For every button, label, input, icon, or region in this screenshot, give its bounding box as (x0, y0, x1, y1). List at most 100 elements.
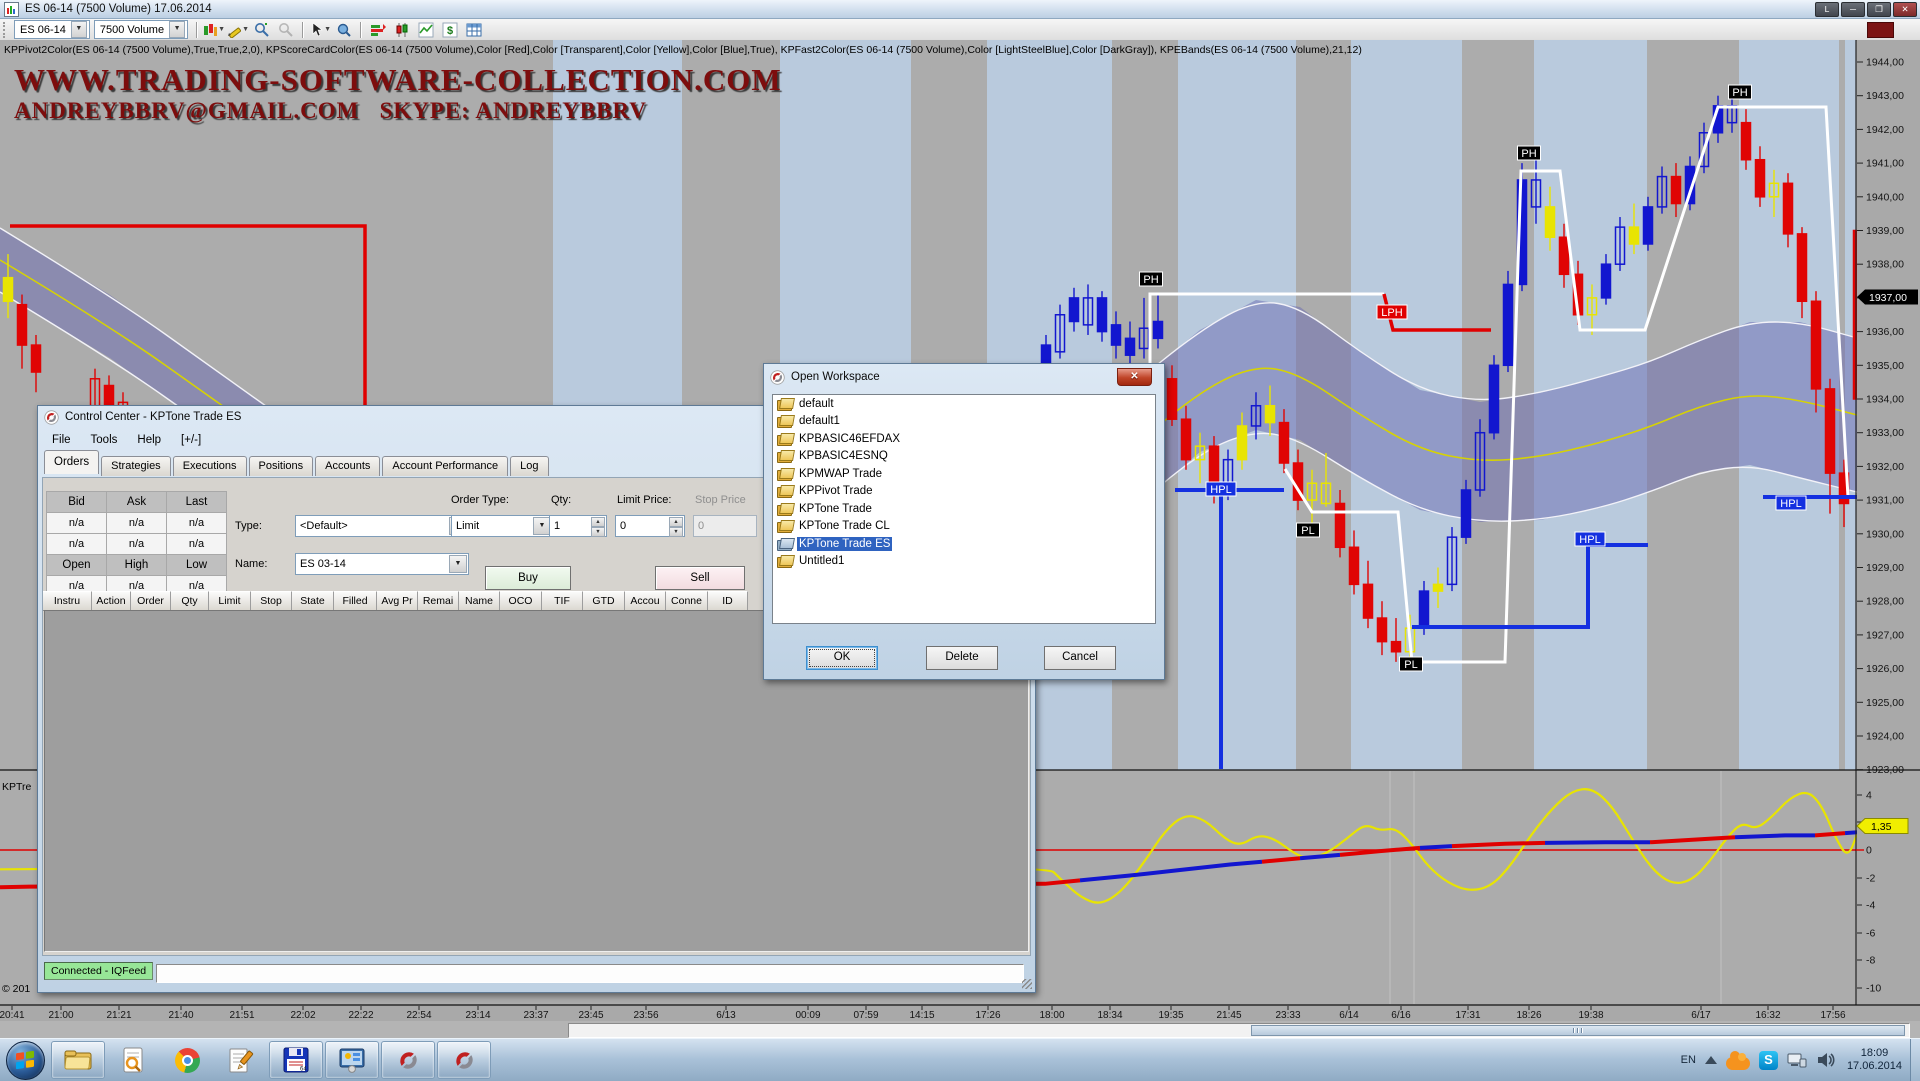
column-header-oco[interactable]: OCO (500, 591, 542, 611)
taskbar-notepad-button[interactable] (215, 1042, 267, 1078)
menu-item-help[interactable]: Help (127, 432, 171, 448)
oscillator-value-text: 1,35 (1871, 821, 1892, 833)
ok-button[interactable]: OK (806, 646, 878, 670)
close-icon[interactable]: ✕ (1117, 368, 1152, 386)
column-header-qty[interactable]: Qty (171, 591, 209, 611)
candle-body (1812, 301, 1821, 389)
column-header-filled[interactable]: Filled (334, 591, 377, 611)
column-header-id[interactable]: ID (708, 591, 748, 611)
chart-scrollbar-thumb[interactable] (1251, 1025, 1905, 1036)
workspace-item[interactable]: Untitled1 (773, 553, 1155, 571)
tab-positions[interactable]: Positions (249, 456, 314, 476)
language-indicator[interactable]: EN (1681, 1054, 1696, 1066)
time-axis[interactable] (0, 1005, 1920, 1021)
spinner-arrows[interactable]: ▲▼ (669, 517, 683, 535)
workspace-item[interactable]: KPTone Trade ES (773, 535, 1155, 553)
candle-body (1420, 591, 1429, 628)
spinner-arrows[interactable]: ▲▼ (591, 517, 605, 535)
chevron-down-icon[interactable]: ▼ (449, 555, 467, 573)
pivot-label-text: HPL (1780, 498, 1801, 510)
column-header-accou[interactable]: Accou (625, 591, 666, 611)
column-header-order[interactable]: Order (131, 591, 171, 611)
column-header-remai[interactable]: Remai (418, 591, 459, 611)
type-label: Type: (235, 520, 262, 532)
time-tick-label: 17:31 (1455, 1010, 1480, 1021)
tab-account-performance[interactable]: Account Performance (382, 456, 508, 476)
taskbar-ninjatrader-button[interactable] (437, 1041, 491, 1079)
column-header-avg-pr[interactable]: Avg Pr (377, 591, 418, 611)
ninjatrader-icon (44, 410, 59, 425)
menu-item-tools[interactable]: Tools (81, 432, 128, 448)
order-type-value: Limit (456, 520, 479, 532)
column-header-gtd[interactable]: GTD (583, 591, 625, 611)
column-header-conne[interactable]: Conne (666, 591, 708, 611)
column-header-name[interactable]: Name (459, 591, 500, 611)
time-tick-label: 18:00 (1039, 1010, 1064, 1021)
tab-log[interactable]: Log (510, 456, 548, 476)
menu-item-file[interactable]: File (42, 432, 81, 448)
workspace-item[interactable]: default (773, 395, 1155, 413)
start-button[interactable] (6, 1041, 45, 1080)
delete-button[interactable]: Delete (926, 646, 998, 670)
limit-price-stepper[interactable]: 0 ▲▼ (615, 515, 685, 537)
tray-expand-icon[interactable] (1705, 1056, 1717, 1064)
buy-button[interactable]: Buy (485, 566, 571, 590)
candle-body (1546, 207, 1555, 237)
chart-scrollbar-track[interactable] (568, 1023, 1910, 1038)
taskbar-backup-button[interactable]: 64 (269, 1041, 323, 1079)
column-header-stop[interactable]: Stop (251, 591, 292, 611)
workspace-item[interactable]: KPTone Trade (773, 500, 1155, 518)
pivot-label-text: PH (1143, 274, 1158, 286)
taskbar-explorer-button[interactable] (51, 1041, 105, 1079)
dialog-titlebar[interactable]: Open Workspace (764, 364, 1164, 390)
workspace-item-label: default (797, 397, 836, 411)
workspace-item-label: KPTone Trade ES (797, 537, 892, 551)
atm-type-select[interactable]: <Default> ▼ (295, 515, 469, 537)
workspace-item[interactable]: KPBASIC4ESNQ (773, 448, 1155, 466)
cloud-app-icon[interactable] (1726, 1057, 1750, 1070)
time-tick-label: 21:45 (1216, 1010, 1241, 1021)
quantity-stepper[interactable]: 1 ▲▼ (549, 515, 607, 537)
price-tick-label: 1928,00 (1866, 596, 1904, 608)
menu-item-[interactable]: [+/-] (171, 432, 211, 448)
candle-body (1070, 298, 1079, 322)
column-header-limit[interactable]: Limit (209, 591, 251, 611)
workspace-list[interactable]: default default1KPBASIC46EFDAXKPBASIC4ESN… (772, 394, 1156, 624)
osc-tick-label: -8 (1866, 955, 1875, 967)
order-type-select[interactable]: Limit ▼ (451, 515, 553, 537)
column-header-action[interactable]: Action (92, 591, 131, 611)
cancel-button[interactable]: Cancel (1044, 646, 1116, 670)
sell-button[interactable]: Sell (655, 566, 745, 590)
tray-clock[interactable]: 18:09 17.06.2014 (1847, 1047, 1902, 1073)
taskbar-control-panel-button[interactable] (325, 1041, 379, 1079)
column-header-state[interactable]: State (292, 591, 334, 611)
folder-icon (777, 520, 792, 532)
workspace-item[interactable]: default1 (773, 413, 1155, 431)
price-tick-label: 1934,00 (1866, 394, 1904, 406)
open-workspace-dialog[interactable]: Open Workspace ✕ defaultdefault1KPBASIC4… (763, 363, 1165, 680)
pivot-label-text: PL (1301, 525, 1314, 537)
workspace-item[interactable]: KPMWAP Trade (773, 465, 1155, 483)
show-desktop-button[interactable] (1910, 1039, 1920, 1081)
tab-accounts[interactable]: Accounts (315, 456, 380, 476)
taskbar-search-button[interactable] (107, 1042, 159, 1078)
network-icon[interactable] (1787, 1051, 1807, 1069)
time-tick-label: 6/17 (1691, 1010, 1711, 1021)
tab-strategies[interactable]: Strategies (101, 456, 171, 476)
tab-orders[interactable]: Orders (44, 450, 99, 474)
workspace-item[interactable]: KPPivot Trade (773, 483, 1155, 501)
speaker-icon[interactable] (1816, 1051, 1836, 1069)
pivot-label-text: PH (1732, 87, 1747, 99)
skype-icon[interactable]: S (1759, 1051, 1778, 1070)
workspace-item[interactable]: KPTone Trade CL (773, 518, 1155, 536)
taskbar-chrome-button[interactable] (161, 1042, 213, 1078)
column-header-instru[interactable]: Instru (43, 591, 92, 611)
taskbar-ninjatrader-button[interactable] (381, 1041, 435, 1079)
workspace-item[interactable]: KPBASIC46EFDAX (773, 430, 1155, 448)
tab-executions[interactable]: Executions (173, 456, 247, 476)
resize-grip[interactable] (1022, 979, 1032, 989)
column-header-tif[interactable]: TIF (542, 591, 583, 611)
candle-body (1126, 338, 1135, 355)
instrument-name-select[interactable]: ES 03-14 ▼ (295, 553, 469, 575)
workspace-item-label: KPPivot Trade (797, 484, 875, 498)
